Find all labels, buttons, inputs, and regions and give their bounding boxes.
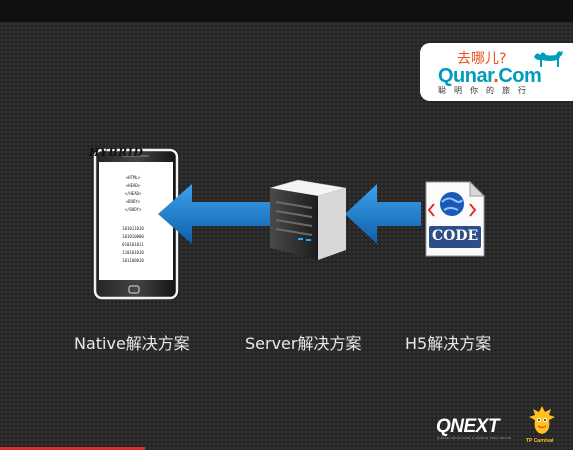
qnext-logo: QNEXT xyxy=(436,416,499,437)
code-file-icon xyxy=(425,180,486,257)
caption-server: Server解决方案 xyxy=(245,334,362,353)
top-bar xyxy=(0,0,573,22)
caption-native: Native解决方案 xyxy=(74,334,190,353)
code-file-label: CODE xyxy=(432,228,479,244)
caption-h5: H5解决方案 xyxy=(405,334,492,353)
mascot-label: TP Carnival xyxy=(526,438,554,444)
qunar-logo: 去哪儿? Qunar.Com 聪明你的旅行 xyxy=(420,43,573,101)
qnext-subtitle: QUNAR FRONT-END & MOBILE TECH SALON xyxy=(437,436,512,440)
logo-tagline: 聪明你的旅行 xyxy=(438,86,534,95)
server-icon xyxy=(269,179,347,260)
arrow-h5-to-server xyxy=(345,184,421,244)
phone-title: HYBRID xyxy=(89,146,144,159)
mascot-icon xyxy=(529,406,555,434)
html-code-block: <HTML> <HEAD> </HEAD> <BODY> </BODY> xyxy=(124,175,142,212)
binary-code-block: 101011010 101010000 010101011 110101010 … xyxy=(122,226,144,263)
arrow-server-to-native xyxy=(158,184,270,244)
